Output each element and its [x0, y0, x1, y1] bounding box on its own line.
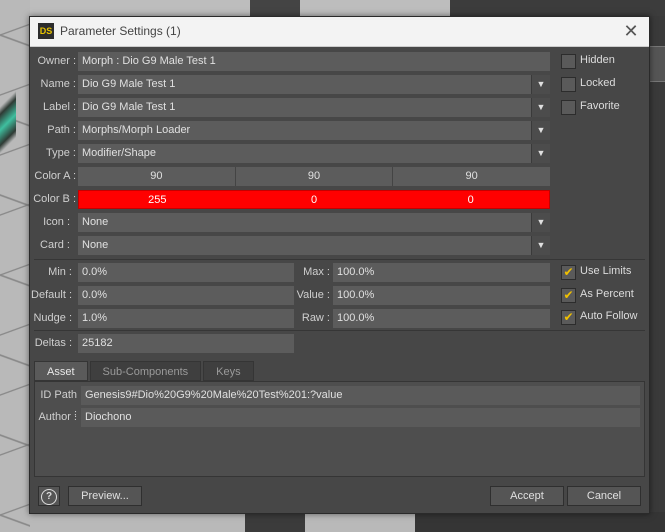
viewport-background — [0, 0, 30, 532]
use-limits-label: Use Limits — [580, 265, 632, 277]
tab-sub-components[interactable]: Sub-Components — [89, 361, 202, 381]
checkmark-icon: ✔ — [563, 265, 574, 279]
value-field[interactable]: 100.0% — [333, 286, 550, 305]
path-combo[interactable]: Morphs/Morph Loader ▼ — [78, 121, 550, 140]
window-title: Parameter Settings (1) — [60, 24, 181, 38]
color-b-green[interactable]: 0 — [236, 191, 393, 208]
as-percent-label: As Percent — [580, 288, 634, 300]
nudge-label: Nudge : — [33, 312, 72, 324]
raw-field[interactable]: 100.0% — [333, 309, 550, 328]
chevron-down-icon[interactable]: ▼ — [531, 75, 550, 94]
card-combo[interactable]: None ▼ — [78, 236, 550, 255]
name-combo[interactable]: Dio G9 Male Test 1 ▼ — [78, 75, 550, 94]
tab-bar: Asset Sub-Components Keys — [34, 361, 256, 381]
icon-value: None — [82, 216, 109, 228]
value-label: Value : — [296, 289, 330, 301]
max-label: Max : — [303, 266, 330, 278]
color-b-blue[interactable]: 0 — [392, 191, 549, 208]
default-field[interactable]: 0.0% — [78, 286, 294, 305]
app-icon: DS — [38, 23, 54, 39]
preview-button[interactable]: Preview... — [68, 486, 142, 506]
type-label: Type : — [46, 147, 76, 159]
locked-checkbox[interactable] — [561, 77, 576, 92]
divider — [34, 259, 645, 260]
auto-follow-checkbox[interactable]: ✔ — [561, 310, 576, 325]
help-button[interactable]: ? — [38, 486, 60, 506]
deltas-field: 25182 — [78, 334, 294, 353]
background-toolbar — [30, 0, 665, 16]
card-value: None — [82, 239, 109, 251]
title-bar: DS Parameter Settings (1) ✕ — [30, 17, 649, 47]
auto-follow-label: Auto Follow — [580, 310, 638, 322]
tab-asset[interactable]: Asset — [34, 361, 88, 381]
divider — [34, 330, 645, 331]
cancel-button[interactable]: Cancel — [567, 486, 641, 506]
chevron-down-icon[interactable]: ▼ — [531, 236, 550, 255]
color-b-red[interactable]: 255 — [79, 191, 236, 208]
accept-button[interactable]: Accept — [490, 486, 564, 506]
color-b-swatch[interactable]: 255 0 0 — [78, 190, 550, 209]
name-value: Dio G9 Male Test 1 — [82, 78, 176, 90]
owner-label: Owner : — [37, 55, 76, 67]
close-icon[interactable]: ✕ — [621, 21, 641, 41]
color-b-label: Color B : — [33, 193, 76, 205]
use-limits-checkbox[interactable]: ✔ — [561, 265, 576, 280]
locked-label: Locked — [580, 77, 616, 89]
parameter-settings-dialog: DS Parameter Settings (1) ✕ Owner : Morp… — [29, 16, 650, 514]
type-value: Modifier/Shape — [82, 147, 156, 159]
color-a-red[interactable]: 90 — [78, 167, 236, 186]
min-label: Min : — [48, 266, 72, 278]
hidden-label: Hidden — [580, 54, 615, 66]
chevron-down-icon[interactable]: ▼ — [531, 213, 550, 232]
label-label: Label : — [42, 101, 76, 113]
author-label: Author : — [38, 411, 77, 423]
chevron-down-icon[interactable]: ▼ — [531, 121, 550, 140]
color-a-label: Color A : — [34, 170, 76, 182]
nudge-field[interactable]: 1.0% — [78, 309, 294, 328]
color-a-swatch[interactable]: 90 90 90 — [78, 167, 550, 186]
owner-field: Morph : Dio G9 Male Test 1 — [78, 52, 550, 71]
path-value: Morphs/Morph Loader — [82, 124, 191, 136]
card-label: Card : — [40, 239, 70, 251]
author-field: Diochono — [81, 408, 640, 427]
default-label: Default : — [31, 289, 72, 301]
tab-keys[interactable]: Keys — [203, 361, 254, 381]
raw-label: Raw : — [301, 312, 330, 324]
favorite-label: Favorite — [580, 100, 620, 112]
icon-label: Icon : — [43, 216, 70, 228]
chevron-down-icon[interactable]: ▼ — [531, 98, 550, 117]
as-percent-checkbox[interactable]: ✔ — [561, 288, 576, 303]
type-combo[interactable]: Modifier/Shape ▼ — [78, 144, 550, 163]
name-label: Name : — [40, 78, 76, 90]
deltas-label: Deltas : — [34, 337, 72, 349]
hidden-checkbox[interactable] — [561, 54, 576, 69]
label-combo[interactable]: Dio G9 Male Test 1 ▼ — [78, 98, 550, 117]
label-value: Dio G9 Male Test 1 — [82, 101, 176, 113]
min-field[interactable]: 0.0% — [78, 263, 294, 282]
chevron-down-icon[interactable]: ▼ — [531, 144, 550, 163]
favorite-checkbox[interactable] — [561, 100, 576, 115]
max-field[interactable]: 100.0% — [333, 263, 550, 282]
background-bottom — [30, 512, 665, 532]
path-label: Path : — [47, 124, 76, 136]
checkmark-icon: ✔ — [563, 288, 574, 302]
icon-combo[interactable]: None ▼ — [78, 213, 550, 232]
checkmark-icon: ✔ — [563, 310, 574, 324]
viewport-figure — [0, 60, 16, 200]
help-icon: ? — [41, 489, 57, 505]
asset-panel: ID Path : Genesis9#Dio%20G9%20Male%20Tes… — [34, 381, 645, 477]
color-a-blue[interactable]: 90 — [393, 167, 550, 186]
id-path-field: Genesis9#Dio%20G9%20Male%20Test%201:?val… — [81, 386, 640, 405]
color-a-green[interactable]: 90 — [236, 167, 394, 186]
